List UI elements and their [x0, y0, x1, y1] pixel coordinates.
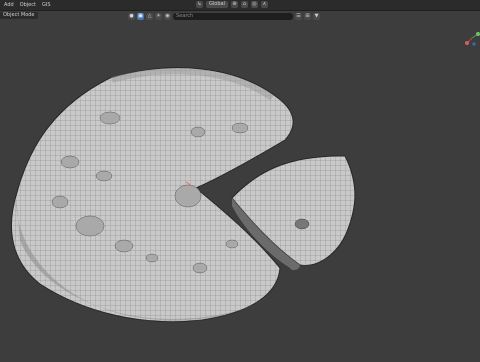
- menu-add[interactable]: Add: [4, 2, 14, 8]
- proportional-edit-icon[interactable]: ◎: [250, 1, 258, 8]
- secondary-header: Object Mode ● ▣ △ ☀ ◉ Search ☰ ⊞ ▼: [0, 11, 480, 20]
- pivot-icon[interactable]: ⊕: [230, 1, 238, 8]
- camera-icon[interactable]: ◉: [164, 12, 171, 20]
- object-select-icon[interactable]: ▣: [137, 12, 144, 20]
- transform-orientation-icon[interactable]: ↳: [196, 1, 203, 8]
- filter-icon[interactable]: ●: [128, 12, 135, 20]
- search-input[interactable]: Search: [173, 12, 293, 20]
- mode-dropdown[interactable]: Object Mode: [0, 12, 38, 19]
- expand-icon[interactable]: ⊞: [304, 12, 311, 20]
- menu-gis[interactable]: GIS: [42, 2, 51, 8]
- 3d-viewport[interactable]: [0, 20, 480, 360]
- viewport-tools: ↳ Global ⊕ ⌂ ◎ ∧: [196, 1, 268, 8]
- sort-icon[interactable]: ☰: [295, 12, 302, 20]
- menu-object[interactable]: Object: [20, 2, 36, 8]
- light-icon[interactable]: ☀: [155, 12, 162, 20]
- top-menubar: Add Object GIS ↳ Global ⊕ ⌂ ◎ ∧: [0, 0, 480, 11]
- menu: Add Object GIS: [4, 2, 51, 8]
- snap-icon[interactable]: ⌂: [240, 1, 248, 8]
- transform-orientation-dropdown[interactable]: Global: [206, 1, 228, 8]
- funnel-icon[interactable]: ▼: [313, 12, 320, 20]
- outliner-toolbar: ● ▣ △ ☀ ◉ Search ☰ ⊞ ▼: [128, 12, 358, 20]
- mesh-icon[interactable]: △: [146, 12, 153, 20]
- falloff-icon[interactable]: ∧: [260, 1, 268, 8]
